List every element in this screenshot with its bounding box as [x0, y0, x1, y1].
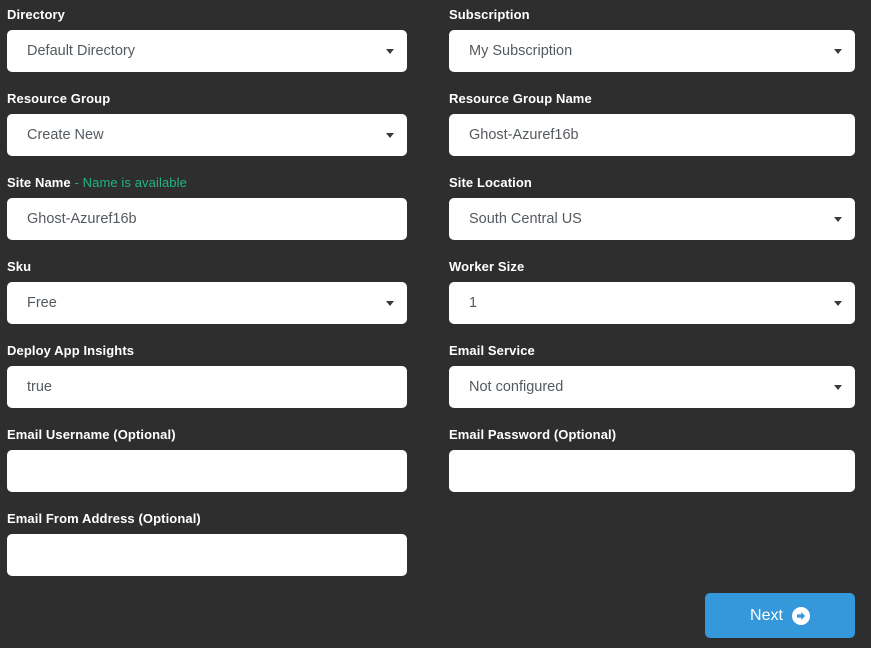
- site-name-availability-status: - Name is available: [74, 175, 187, 190]
- form-footer: Next: [0, 593, 863, 638]
- form-column-right: Email Password (Optional): [435, 427, 863, 511]
- site-location-select-value: South Central US: [469, 211, 582, 227]
- deploy-app-insights-input[interactable]: true: [7, 366, 407, 408]
- field-email-service: Email Service Not configured: [449, 343, 855, 408]
- email-service-select-value: Not configured: [469, 379, 564, 395]
- field-sku: Sku Free: [7, 259, 407, 324]
- worker-size-select-value: 1: [469, 295, 478, 311]
- resource-group-name-value: Ghost-Azuref16b: [469, 127, 579, 143]
- label-text: Site Location: [449, 175, 532, 190]
- form-column-right-spacer: [435, 511, 863, 595]
- form-column-left: Resource Group Create New: [7, 91, 435, 175]
- form-column-right: Email Service Not configured: [435, 343, 863, 427]
- form-column-right: Worker Size 1: [435, 259, 863, 343]
- field-subscription: Subscription My Subscription: [449, 7, 855, 72]
- field-email-username: Email Username (Optional): [7, 427, 407, 492]
- field-deploy-app-insights: Deploy App Insights true: [7, 343, 407, 408]
- chevron-down-icon: [834, 49, 842, 54]
- field-label-email-service: Email Service: [449, 343, 855, 359]
- field-label-deploy-app-insights: Deploy App Insights: [7, 343, 407, 359]
- label-text: Resource Group Name: [449, 91, 592, 106]
- directory-select[interactable]: Default Directory: [7, 30, 407, 72]
- site-name-input[interactable]: Ghost-Azuref16b: [7, 198, 407, 240]
- field-label-email-password: Email Password (Optional): [449, 427, 855, 443]
- label-text: Email Service: [449, 343, 535, 358]
- email-service-select[interactable]: Not configured: [449, 366, 855, 408]
- field-label-sku: Sku: [7, 259, 407, 275]
- worker-size-select[interactable]: 1: [449, 282, 855, 324]
- next-button-label: Next: [750, 606, 783, 624]
- form-grid: Directory Default Directory Subscription…: [7, 7, 863, 595]
- label-text: Email From Address (Optional): [7, 511, 201, 526]
- form-column-right: Resource Group Name Ghost-Azuref16b: [435, 91, 863, 175]
- label-text: Site Name: [7, 175, 71, 190]
- field-label-email-from-address: Email From Address (Optional): [7, 511, 407, 527]
- next-button[interactable]: Next: [705, 593, 855, 638]
- form-column-left: Directory Default Directory: [7, 7, 435, 91]
- field-site-name: Site Name - Name is available Ghost-Azur…: [7, 175, 407, 240]
- email-username-input[interactable]: [7, 450, 407, 492]
- directory-select-value: Default Directory: [27, 43, 135, 59]
- label-text: Directory: [7, 7, 65, 22]
- field-site-location: Site Location South Central US: [449, 175, 855, 240]
- form-column-left: Deploy App Insights true: [7, 343, 435, 427]
- form-column-left: Sku Free: [7, 259, 435, 343]
- label-text: Email Username (Optional): [7, 427, 176, 442]
- field-label-email-username: Email Username (Optional): [7, 427, 407, 443]
- chevron-down-icon: [386, 49, 394, 54]
- field-email-from-address: Email From Address (Optional): [7, 511, 407, 576]
- form-column-left: Email From Address (Optional): [7, 511, 435, 595]
- subscription-select[interactable]: My Subscription: [449, 30, 855, 72]
- label-text: Email Password (Optional): [449, 427, 617, 442]
- subscription-select-value: My Subscription: [469, 43, 573, 59]
- label-text: Worker Size: [449, 259, 525, 274]
- form-column-right: Subscription My Subscription: [435, 7, 863, 91]
- form-column-right: Site Location South Central US: [435, 175, 863, 259]
- form-column-left: Site Name - Name is available Ghost-Azur…: [7, 175, 435, 259]
- chevron-down-icon: [834, 217, 842, 222]
- label-text: Subscription: [449, 7, 530, 22]
- label-text: Sku: [7, 259, 32, 274]
- field-label-subscription: Subscription: [449, 7, 855, 23]
- field-label-site-name: Site Name - Name is available: [7, 175, 407, 191]
- resource-group-select[interactable]: Create New: [7, 114, 407, 156]
- field-worker-size: Worker Size 1: [449, 259, 855, 324]
- field-label-worker-size: Worker Size: [449, 259, 855, 275]
- field-label-directory: Directory: [7, 7, 407, 23]
- form-column-left: Email Username (Optional): [7, 427, 435, 511]
- field-label-resource-group: Resource Group: [7, 91, 407, 107]
- field-label-site-location: Site Location: [449, 175, 855, 191]
- resource-group-select-value: Create New: [27, 127, 104, 143]
- field-label-resource-group-name: Resource Group Name: [449, 91, 855, 107]
- site-name-value: Ghost-Azuref16b: [27, 211, 137, 227]
- chevron-down-icon: [834, 301, 842, 306]
- email-from-address-input[interactable]: [7, 534, 407, 576]
- label-text: Deploy App Insights: [7, 343, 135, 358]
- field-resource-group-name: Resource Group Name Ghost-Azuref16b: [449, 91, 855, 156]
- chevron-down-icon: [386, 301, 394, 306]
- chevron-down-icon: [834, 385, 842, 390]
- chevron-down-icon: [386, 133, 394, 138]
- arrow-circle-right-icon: [791, 606, 810, 625]
- site-location-select[interactable]: South Central US: [449, 198, 855, 240]
- email-password-input[interactable]: [449, 450, 855, 492]
- field-resource-group: Resource Group Create New: [7, 91, 407, 156]
- field-directory: Directory Default Directory: [7, 7, 407, 72]
- label-text: Resource Group: [7, 91, 111, 106]
- field-email-password: Email Password (Optional): [449, 427, 855, 492]
- sku-select-value: Free: [27, 295, 57, 311]
- deploy-app-insights-value: true: [27, 379, 52, 395]
- deployment-form: Directory Default Directory Subscription…: [0, 0, 871, 648]
- sku-select[interactable]: Free: [7, 282, 407, 324]
- resource-group-name-input[interactable]: Ghost-Azuref16b: [449, 114, 855, 156]
